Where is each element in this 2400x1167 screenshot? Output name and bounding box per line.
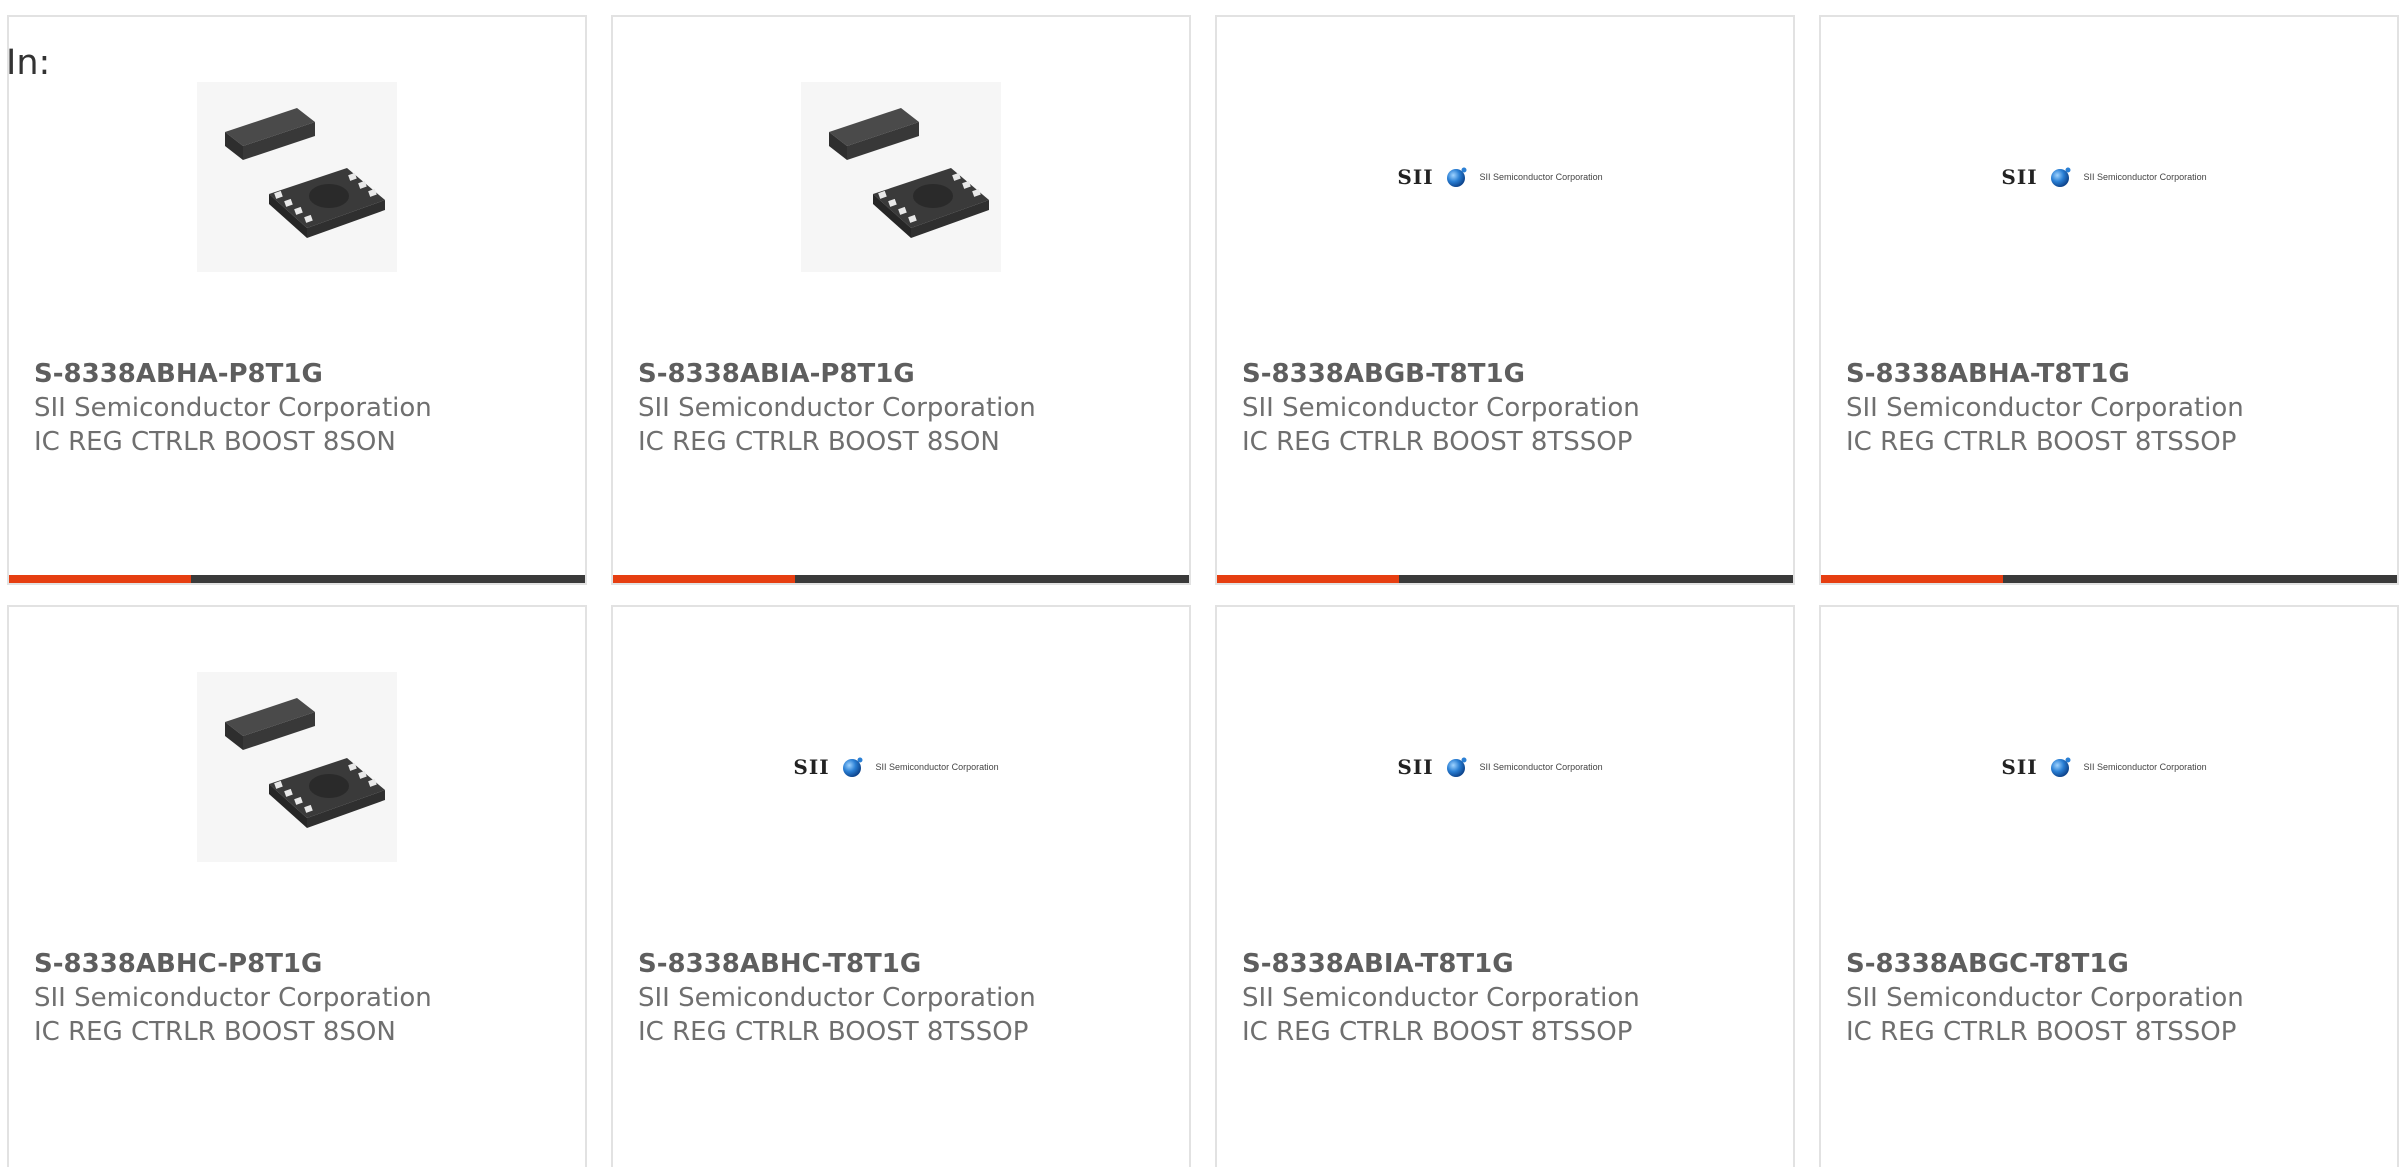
product-description: IC REG CTRLR BOOST 8TSSOP — [1242, 1017, 1633, 1047]
product-card[interactable]: SII SII Semiconductor Corporation S-8338… — [1819, 15, 2399, 585]
logo-tagline: SII Semiconductor Corporation — [1479, 762, 1603, 772]
manufacturer-name: SII Semiconductor Corporation — [1242, 393, 1640, 423]
product-description: IC REG CTRLR BOOST 8SON — [638, 427, 1000, 457]
card-footer-bar — [1217, 575, 1793, 583]
part-number-link[interactable]: S-8338ABHA-P8T1G — [34, 357, 432, 391]
part-number-link[interactable]: S-8338ABHC-T8T1G — [638, 947, 1036, 981]
product-card[interactable]: S-8338ABHA-P8T1G SII Semiconductor Corpor… — [7, 15, 587, 585]
sii-logo-image: SII SII Semiconductor Corporation — [1397, 165, 1602, 189]
sii-logo-image: SII SII Semiconductor Corporation — [2001, 755, 2206, 779]
product-image[interactable] — [613, 77, 1189, 277]
product-card[interactable]: SII SII Semiconductor Corporation S-8338… — [1819, 605, 2399, 1167]
product-card[interactable]: SII SII Semiconductor Corporation S-8338… — [611, 605, 1191, 1167]
part-number-link[interactable]: S-8338ABGB-T8T1G — [1242, 357, 1640, 391]
card-footer-bar — [9, 575, 585, 583]
part-number-link[interactable]: S-8338ABHC-P8T1G — [34, 947, 432, 981]
product-description: IC REG CTRLR BOOST 8TSSOP — [1242, 427, 1633, 457]
package-8son-image — [801, 82, 1001, 272]
sii-logo-image: SII SII Semiconductor Corporation — [1397, 755, 1602, 779]
manufacturer-name: SII Semiconductor Corporation — [34, 983, 432, 1013]
logo-brand: SII — [2001, 755, 2038, 779]
logo-tagline: SII Semiconductor Corporation — [1479, 172, 1603, 182]
product-description: IC REG CTRLR BOOST 8TSSOP — [638, 1017, 1029, 1047]
logo-brand: SII — [1397, 165, 1434, 189]
product-description: IC REG CTRLR BOOST 8SON — [34, 1017, 396, 1047]
sii-logo-image: SII SII Semiconductor Corporation — [2001, 165, 2206, 189]
sii-logo-image: SII SII Semiconductor Corporation — [793, 755, 998, 779]
product-image[interactable] — [9, 667, 585, 867]
part-number-link[interactable]: S-8338ABGC-T8T1G — [1846, 947, 2244, 981]
product-description: IC REG CTRLR BOOST 8TSSOP — [1846, 1017, 2237, 1047]
product-info: S-8338ABGC-T8T1G SII Semiconductor Corpor… — [1846, 947, 2244, 1049]
part-number-link[interactable]: S-8338ABIA-P8T1G — [638, 357, 1036, 391]
product-info: S-8338ABHA-P8T1G SII Semiconductor Corpor… — [34, 357, 432, 459]
product-card[interactable]: S-8338ABHC-P8T1G SII Semiconductor Corpor… — [7, 605, 587, 1167]
manufacturer-name: SII Semiconductor Corporation — [34, 393, 432, 423]
product-image[interactable]: SII SII Semiconductor Corporation — [1217, 667, 1793, 867]
logo-tagline: SII Semiconductor Corporation — [875, 762, 999, 772]
product-info: S-8338ABHA-T8T1G SII Semiconductor Corpor… — [1846, 357, 2244, 459]
product-info: S-8338ABIA-P8T1G SII Semiconductor Corpor… — [638, 357, 1036, 459]
manufacturer-name: SII Semiconductor Corporation — [1846, 983, 2244, 1013]
product-info: S-8338ABHC-P8T1G SII Semiconductor Corpor… — [34, 947, 432, 1049]
product-image[interactable]: SII SII Semiconductor Corporation — [1821, 667, 2397, 867]
product-description: IC REG CTRLR BOOST 8TSSOP — [1846, 427, 2237, 457]
product-description: IC REG CTRLR BOOST 8SON — [34, 427, 396, 457]
manufacturer-name: SII Semiconductor Corporation — [638, 393, 1036, 423]
product-card[interactable]: S-8338ABIA-P8T1G SII Semiconductor Corpor… — [611, 15, 1191, 585]
manufacturer-name: SII Semiconductor Corporation — [638, 983, 1036, 1013]
globe-icon — [2050, 167, 2071, 187]
product-image[interactable]: SII SII Semiconductor Corporation — [1821, 77, 2397, 277]
logo-brand: SII — [2001, 165, 2038, 189]
filter-label: In: — [6, 43, 51, 83]
logo-tagline: SII Semiconductor Corporation — [2083, 172, 2207, 182]
manufacturer-name: SII Semiconductor Corporation — [1846, 393, 2244, 423]
globe-icon — [2050, 757, 2071, 777]
product-image[interactable]: SII SII Semiconductor Corporation — [1217, 77, 1793, 277]
card-footer-accent — [613, 575, 795, 583]
card-footer-bar — [1821, 575, 2397, 583]
card-footer-accent — [1217, 575, 1399, 583]
product-info: S-8338ABHC-T8T1G SII Semiconductor Corpor… — [638, 947, 1036, 1049]
logo-brand: SII — [793, 755, 830, 779]
globe-icon — [842, 757, 863, 777]
product-image[interactable]: SII SII Semiconductor Corporation — [613, 667, 1189, 867]
product-card[interactable]: SII SII Semiconductor Corporation S-8338… — [1215, 15, 1795, 585]
package-8son-image — [197, 672, 397, 862]
product-grid: S-8338ABHA-P8T1G SII Semiconductor Corpor… — [7, 15, 2399, 1167]
part-number-link[interactable]: S-8338ABIA-T8T1G — [1242, 947, 1640, 981]
logo-tagline: SII Semiconductor Corporation — [2083, 762, 2207, 772]
product-info: S-8338ABIA-T8T1G SII Semiconductor Corpor… — [1242, 947, 1640, 1049]
manufacturer-name: SII Semiconductor Corporation — [1242, 983, 1640, 1013]
card-footer-accent — [1821, 575, 2003, 583]
card-footer-accent — [9, 575, 191, 583]
card-footer-bar — [613, 575, 1189, 583]
product-image[interactable] — [9, 77, 585, 277]
product-info: S-8338ABGB-T8T1G SII Semiconductor Corpor… — [1242, 357, 1640, 459]
logo-brand: SII — [1397, 755, 1434, 779]
product-card[interactable]: SII SII Semiconductor Corporation S-8338… — [1215, 605, 1795, 1167]
globe-icon — [1446, 167, 1467, 187]
package-8son-image — [197, 82, 397, 272]
part-number-link[interactable]: S-8338ABHA-T8T1G — [1846, 357, 2244, 391]
product-grid-page: In: S-8338ABHA-P8T1G SII Semiconductor Co… — [0, 0, 2400, 1167]
globe-icon — [1446, 757, 1467, 777]
